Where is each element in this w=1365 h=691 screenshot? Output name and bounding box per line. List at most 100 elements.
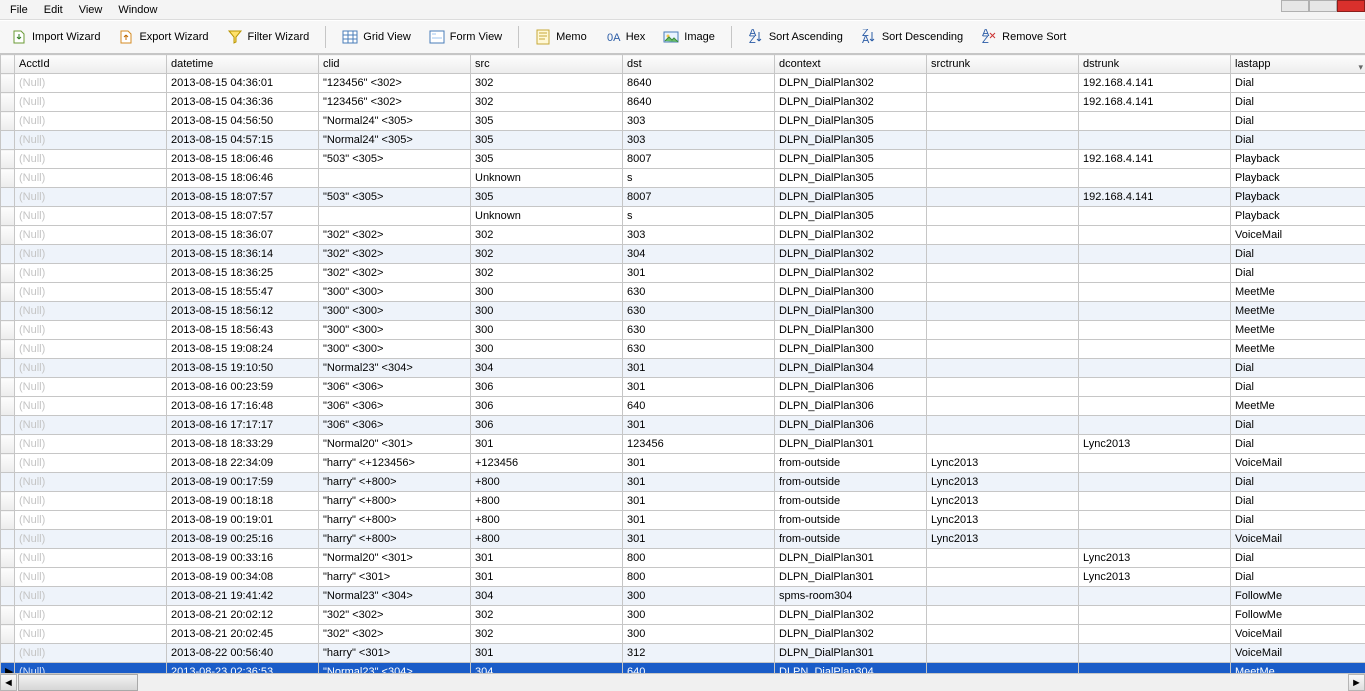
cell-acctid[interactable]: (Null) [15, 625, 167, 644]
table-row[interactable]: (Null)2013-08-15 18:56:12"300" <300>3006… [1, 302, 1365, 321]
sort-ascending-button[interactable]: AZ Sort Ascending [741, 25, 850, 49]
cell-datetime[interactable]: 2013-08-19 00:33:16 [167, 549, 319, 568]
cell-acctid[interactable]: (Null) [15, 302, 167, 321]
cell-dst[interactable]: 8007 [623, 150, 775, 169]
cell-acctid[interactable]: (Null) [15, 663, 167, 674]
row-header[interactable] [1, 378, 15, 397]
cell-dst[interactable]: 303 [623, 226, 775, 245]
cell-lastapp[interactable]: VoiceMail [1231, 530, 1365, 549]
table-row[interactable]: (Null)2013-08-19 00:17:59"harry" <+800>+… [1, 473, 1365, 492]
cell-clid[interactable]: "302" <302> [319, 606, 471, 625]
cell-datetime[interactable]: 2013-08-15 18:06:46 [167, 169, 319, 188]
table-row[interactable]: (Null)2013-08-15 18:55:47"300" <300>3006… [1, 283, 1365, 302]
cell-dst[interactable]: 301 [623, 511, 775, 530]
row-header[interactable] [1, 625, 15, 644]
row-header[interactable] [1, 74, 15, 93]
cell-dstrunk[interactable] [1079, 245, 1231, 264]
cell-src[interactable]: +800 [471, 492, 623, 511]
row-header[interactable] [1, 473, 15, 492]
table-row[interactable]: (Null)2013-08-16 17:17:17"306" <306>3063… [1, 416, 1365, 435]
cell-dcontext[interactable]: DLPN_DialPlan301 [775, 549, 927, 568]
cell-clid[interactable]: "Normal23" <304> [319, 587, 471, 606]
row-header[interactable] [1, 245, 15, 264]
cell-dstrunk[interactable] [1079, 511, 1231, 530]
cell-acctid[interactable]: (Null) [15, 131, 167, 150]
cell-dstrunk[interactable]: Lync2013 [1079, 549, 1231, 568]
cell-srctrunk[interactable] [927, 207, 1079, 226]
cell-clid[interactable]: "302" <302> [319, 226, 471, 245]
cell-dst[interactable]: 300 [623, 625, 775, 644]
cell-dcontext[interactable]: DLPN_DialPlan300 [775, 340, 927, 359]
cell-srctrunk[interactable] [927, 587, 1079, 606]
cell-dst[interactable]: 123456 [623, 435, 775, 454]
cell-datetime[interactable]: 2013-08-15 18:56:12 [167, 302, 319, 321]
cell-dst[interactable]: 303 [623, 131, 775, 150]
cell-dcontext[interactable]: DLPN_DialPlan300 [775, 321, 927, 340]
cell-lastapp[interactable]: VoiceMail [1231, 454, 1365, 473]
cell-src[interactable]: 306 [471, 397, 623, 416]
row-header[interactable] [1, 169, 15, 188]
cell-dcontext[interactable]: DLPN_DialPlan302 [775, 245, 927, 264]
cell-lastapp[interactable]: Dial [1231, 549, 1365, 568]
form-view-button[interactable]: Form View [422, 25, 509, 49]
cell-dstrunk[interactable] [1079, 226, 1231, 245]
cell-datetime[interactable]: 2013-08-15 04:57:15 [167, 131, 319, 150]
hex-button[interactable]: 0A Hex [598, 25, 653, 49]
cell-srctrunk[interactable] [927, 663, 1079, 674]
cell-lastapp[interactable]: Playback [1231, 169, 1365, 188]
cell-src[interactable]: 305 [471, 112, 623, 131]
cell-acctid[interactable]: (Null) [15, 492, 167, 511]
cell-clid[interactable]: "306" <306> [319, 378, 471, 397]
cell-srctrunk[interactable]: Lync2013 [927, 473, 1079, 492]
cell-lastapp[interactable]: FollowMe [1231, 587, 1365, 606]
cell-acctid[interactable]: (Null) [15, 283, 167, 302]
cell-dcontext[interactable]: DLPN_DialPlan306 [775, 397, 927, 416]
cell-clid[interactable] [319, 169, 471, 188]
cell-srctrunk[interactable] [927, 169, 1079, 188]
cell-clid[interactable]: "503" <305> [319, 150, 471, 169]
cell-dstrunk[interactable] [1079, 359, 1231, 378]
cell-dstrunk[interactable] [1079, 112, 1231, 131]
cell-dcontext[interactable]: DLPN_DialPlan302 [775, 264, 927, 283]
cell-src[interactable]: 304 [471, 587, 623, 606]
cell-datetime[interactable]: 2013-08-15 18:07:57 [167, 188, 319, 207]
cell-acctid[interactable]: (Null) [15, 454, 167, 473]
column-header-acctid[interactable]: AcctId [15, 55, 167, 74]
cell-lastapp[interactable]: Playback [1231, 188, 1365, 207]
cell-acctid[interactable]: (Null) [15, 321, 167, 340]
cell-acctid[interactable]: (Null) [15, 378, 167, 397]
row-header[interactable] [1, 530, 15, 549]
cell-dst[interactable]: 312 [623, 644, 775, 663]
table-row[interactable]: (Null)2013-08-15 18:36:07"302" <302>3023… [1, 226, 1365, 245]
table-row[interactable]: (Null)2013-08-15 19:10:50"Normal23" <304… [1, 359, 1365, 378]
cell-srctrunk[interactable] [927, 644, 1079, 663]
table-row[interactable]: (Null)2013-08-21 20:02:45"302" <302>3023… [1, 625, 1365, 644]
cell-dcontext[interactable]: DLPN_DialPlan302 [775, 606, 927, 625]
cell-dst[interactable]: 301 [623, 492, 775, 511]
row-header[interactable] [1, 606, 15, 625]
table-row[interactable]: (Null)2013-08-15 18:36:25"302" <302>3023… [1, 264, 1365, 283]
cell-srctrunk[interactable] [927, 302, 1079, 321]
table-row[interactable]: (Null)2013-08-15 18:07:57"503" <305>3058… [1, 188, 1365, 207]
cell-srctrunk[interactable] [927, 568, 1079, 587]
menu-file[interactable]: File [2, 2, 36, 18]
cell-srctrunk[interactable] [927, 245, 1079, 264]
cell-dcontext[interactable]: DLPN_DialPlan305 [775, 131, 927, 150]
cell-src[interactable]: 305 [471, 188, 623, 207]
cell-dcontext[interactable]: from-outside [775, 454, 927, 473]
cell-src[interactable]: Unknown [471, 169, 623, 188]
row-header[interactable] [1, 454, 15, 473]
grid-view-button[interactable]: Grid View [335, 25, 417, 49]
cell-dst[interactable]: 800 [623, 568, 775, 587]
cell-srctrunk[interactable]: Lync2013 [927, 454, 1079, 473]
cell-dst[interactable]: 301 [623, 416, 775, 435]
row-header-corner[interactable] [1, 55, 15, 74]
cell-srctrunk[interactable] [927, 606, 1079, 625]
cell-lastapp[interactable]: Dial [1231, 131, 1365, 150]
cell-srctrunk[interactable] [927, 150, 1079, 169]
cell-clid[interactable]: "302" <302> [319, 245, 471, 264]
table-row[interactable]: (Null)2013-08-15 04:36:36"123456" <302>3… [1, 93, 1365, 112]
row-header[interactable] [1, 302, 15, 321]
table-row[interactable]: (Null)2013-08-18 18:33:29"Normal20" <301… [1, 435, 1365, 454]
row-header[interactable] [1, 587, 15, 606]
